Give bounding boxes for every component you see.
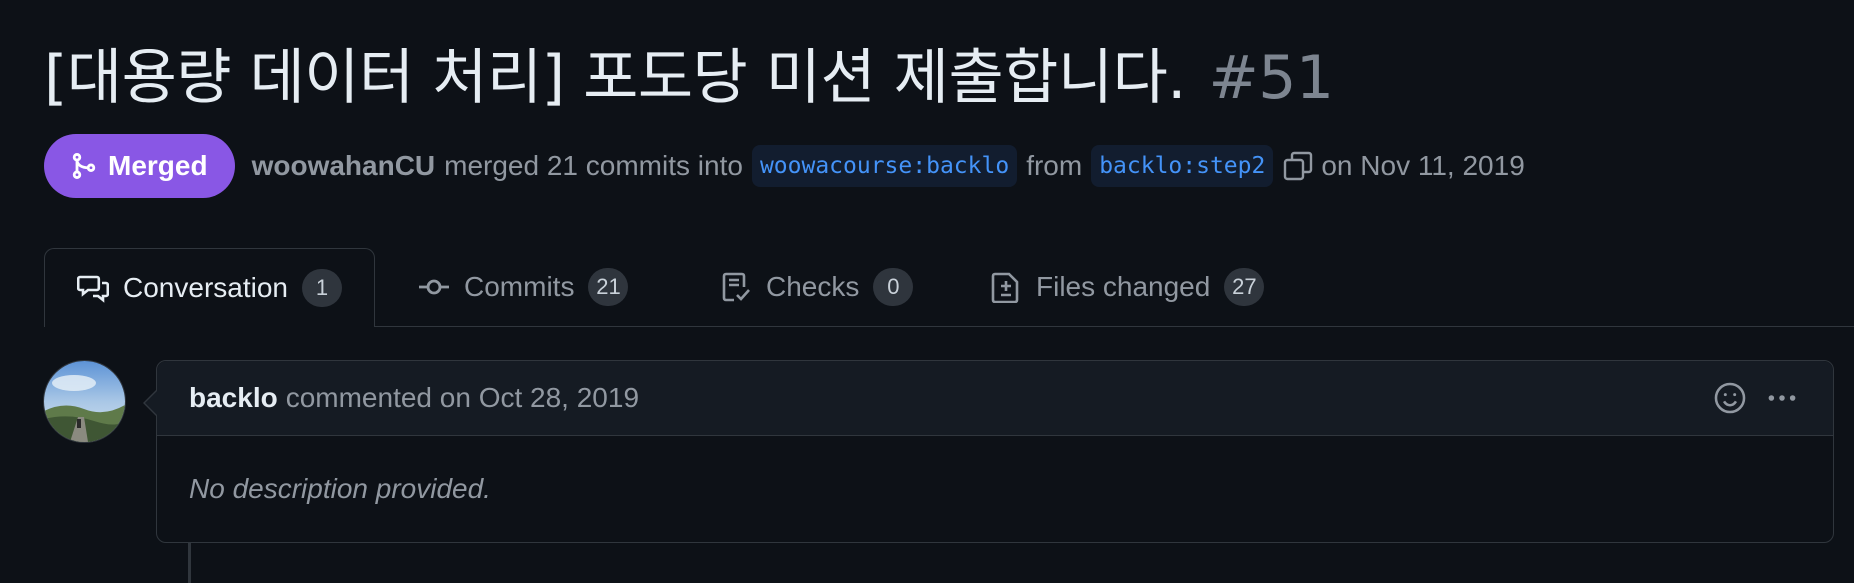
tab-conversation-label: Conversation xyxy=(123,272,288,303)
copy-icon[interactable] xyxy=(1282,150,1314,182)
tab-conversation[interactable]: Conversation 1 xyxy=(44,248,375,327)
comment-header: backlo commented on Oct 28, 2019 xyxy=(157,361,1833,436)
comment-body: No description provided. xyxy=(189,473,491,504)
comment-box: backlo commented on Oct 28, 2019 No desc… xyxy=(143,360,1834,543)
git-merge-icon xyxy=(72,153,96,179)
tab-checks[interactable]: Checks 0 xyxy=(720,248,914,326)
tab-checks-count: 0 xyxy=(873,268,914,306)
comment-meta[interactable]: commented on Oct 28, 2019 xyxy=(286,382,639,414)
merged-date: on Nov 11, 2019 xyxy=(1321,150,1525,181)
tab-files-changed[interactable]: Files changed 27 xyxy=(990,248,1265,326)
pr-number: #51 xyxy=(1208,43,1334,113)
head-branch-link[interactable]: backlo:step2 xyxy=(1091,145,1274,187)
timeline-line xyxy=(188,543,191,583)
merged-commits-text: merged 21 commits into xyxy=(444,150,743,181)
base-branch-link[interactable]: woowacourse:backlo xyxy=(751,145,1018,187)
tab-checks-label: Checks xyxy=(766,271,860,302)
tab-commits-count: 21 xyxy=(588,268,629,306)
file-diff-icon xyxy=(991,272,1019,303)
kebab-horizontal-icon[interactable] xyxy=(1765,381,1799,415)
comment-actions xyxy=(1713,361,1799,435)
comment-author-link[interactable]: backlo xyxy=(189,382,278,414)
git-commit-icon xyxy=(419,279,449,295)
tab-files-changed-count: 27 xyxy=(1224,268,1265,306)
pr-tabs: Conversation 1 Commits 21 Checks 0 Files… xyxy=(44,248,1854,327)
smiley-icon[interactable] xyxy=(1713,381,1747,415)
commenter-avatar[interactable] xyxy=(43,360,126,443)
comment-discussion-icon xyxy=(77,275,109,303)
from-text: from xyxy=(1026,150,1083,181)
merge-author-link[interactable]: woowahanCU xyxy=(252,150,436,182)
tab-files-changed-label: Files changed xyxy=(1036,271,1211,302)
avatar-photo xyxy=(44,361,125,442)
pr-title-text: [대용량 데이터 처리] 포도당 미션 제출합니다. xyxy=(44,43,1186,113)
pr-title: [대용량 데이터 처리] 포도당 미션 제출합니다. #51 xyxy=(44,40,1334,116)
merged-state-label: Merged xyxy=(108,150,208,181)
tab-conversation-count: 1 xyxy=(301,269,342,307)
merged-state-badge: Merged xyxy=(44,134,235,198)
tab-commits[interactable]: Commits 21 xyxy=(418,248,629,326)
checklist-icon xyxy=(722,272,750,302)
pr-meta: Merged woowahanCU merged 21 commits into… xyxy=(44,134,1534,198)
tab-commits-label: Commits xyxy=(464,271,575,302)
